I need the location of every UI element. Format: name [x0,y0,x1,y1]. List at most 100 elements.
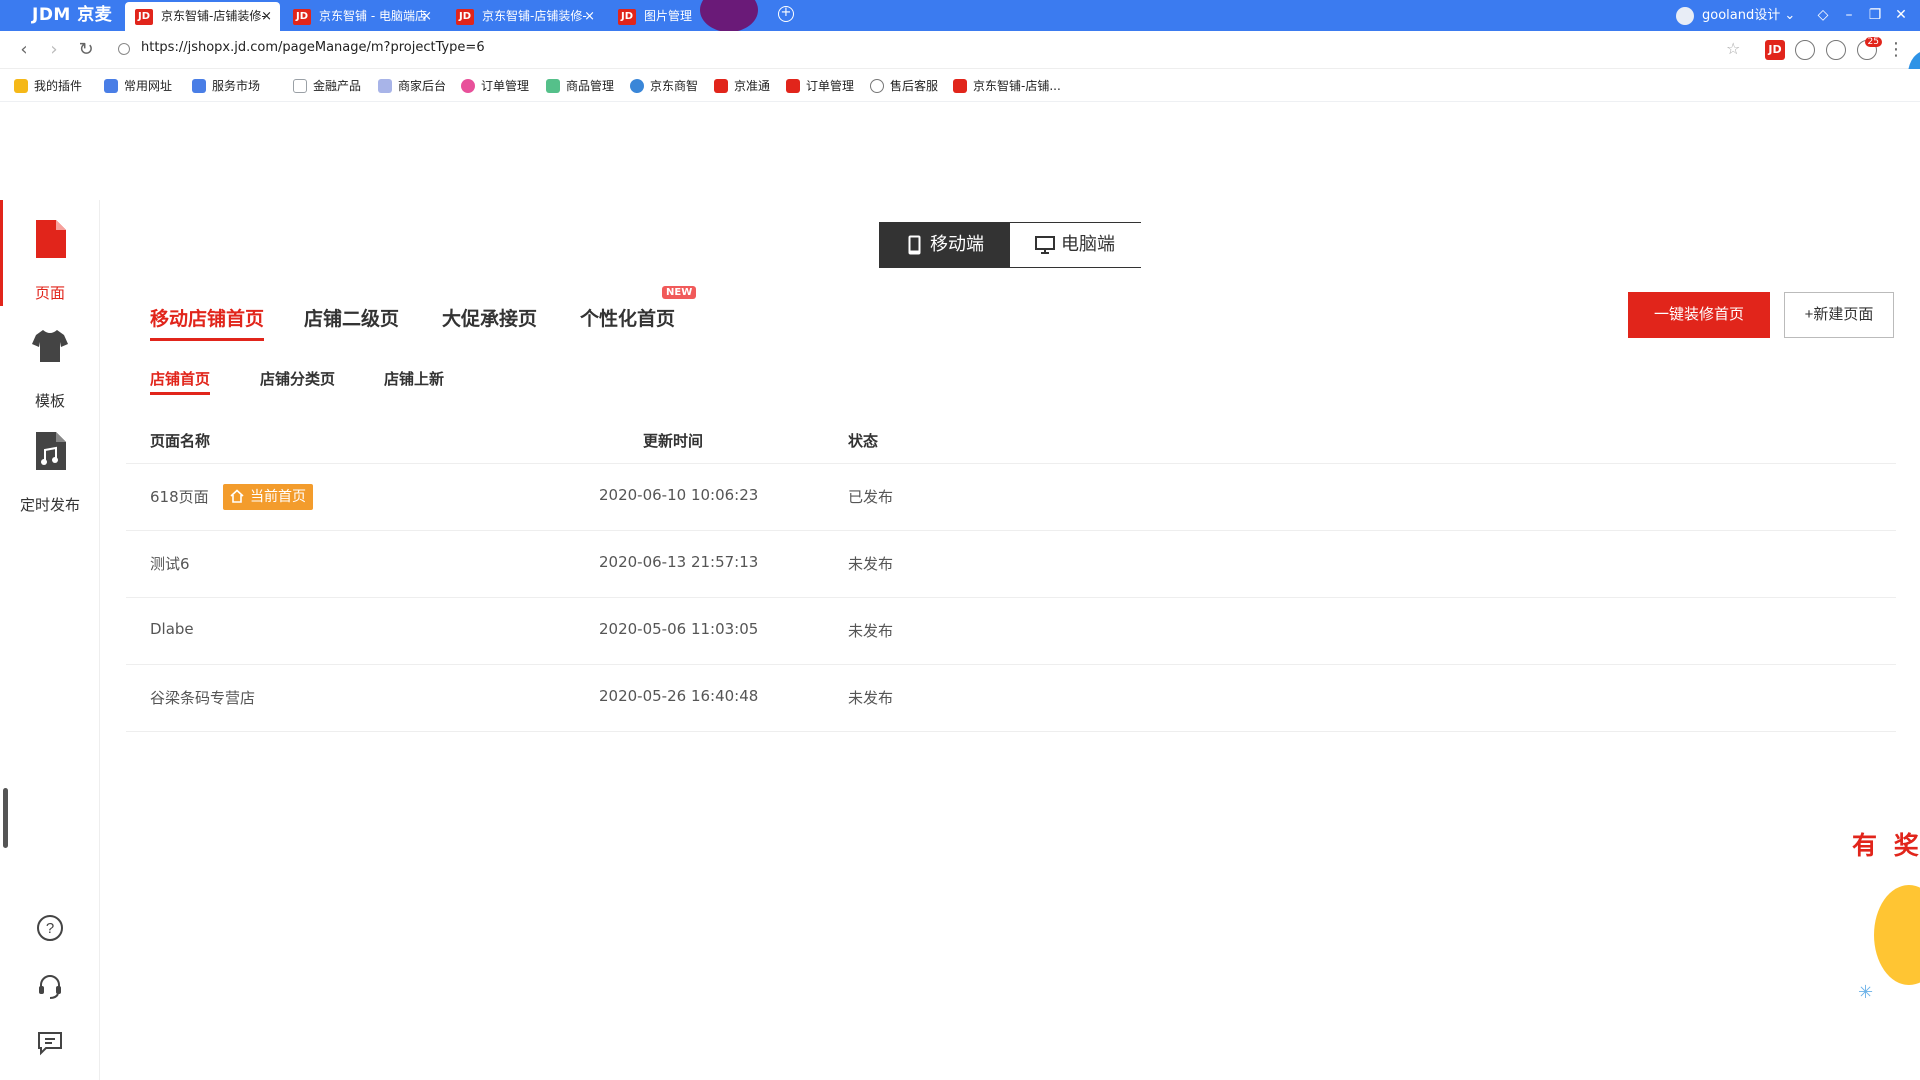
shirt-icon [32,330,68,362]
folder-icon [293,79,307,93]
bookmark-item[interactable]: 我的插件 [14,78,82,94]
home-icon [230,489,244,503]
bookmark-item[interactable]: 商品管理 [546,78,614,94]
tab-personalized-home[interactable]: 个性化首页 [580,304,675,331]
back-icon[interactable]: ‹ [12,38,36,62]
page-name: 618页面 [150,488,209,506]
one-click-decorate-button[interactable]: 一键装修首页 [1628,292,1770,338]
jd-favicon: JD [293,9,311,25]
browser-tab[interactable]: JD 京东智铺-店铺装修- × [446,2,603,31]
browser-tab[interactable]: JD 京东智铺 - 电脑端店 × [283,2,440,31]
jd-extension-icon[interactable]: JD [1765,40,1785,60]
tab-label: 京东智铺-店铺装修- [161,9,266,23]
bookmark-item[interactable]: 商家后台 [378,78,446,94]
phone-icon [908,235,921,255]
feedback-icon[interactable] [36,1028,64,1056]
update-time: 2020-06-10 10:06:23 [599,486,759,504]
bookmark-item[interactable]: 京东智铺-店铺... [953,78,1061,94]
tab-store-category[interactable]: 店铺分类页 [260,368,335,389]
gift-icon[interactable] [1874,885,1920,985]
extension-icon[interactable] [1826,40,1846,60]
table-header: 页面名称 更新时间 状态 [126,416,1896,464]
pc-toggle[interactable]: 电脑端 [1011,223,1141,267]
status-text: 未发布 [848,689,894,707]
close-icon[interactable]: × [584,2,595,31]
tab-promotion-page[interactable]: 大促承接页 [442,304,537,331]
goods-icon [546,79,560,93]
close-icon[interactable]: × [421,2,432,31]
notification-icon[interactable]: 25 [1857,37,1882,60]
current-home-badge: 当前首页 [223,484,313,510]
globe-icon [870,79,884,93]
extension-icon[interactable] [1795,40,1815,60]
user-name: gooland设计 [1702,8,1781,23]
sidebar-item-page[interactable]: 页面 [0,216,100,316]
sidebar-item-label: 页面 [34,284,65,302]
tab-label: 京东智铺-店铺装修- [482,9,587,23]
jd-favicon: JD [618,9,636,25]
update-time: 2020-05-26 16:40:48 [599,687,759,705]
skin-icon[interactable]: ◇ [1810,0,1836,31]
page-name: 谷梁条码专营店 [150,689,256,707]
bookmark-item[interactable]: 售后客服 [870,78,938,94]
jd-icon [953,79,967,93]
bookmark-item[interactable]: 订单管理 [461,78,529,94]
bookmark-item[interactable]: 常用网址 [104,78,172,94]
column-header-name: 页面名称 [150,432,211,450]
current-home-label: 当前首页 [250,489,306,505]
promo-banner-text[interactable]: 有 奖 [1852,826,1920,862]
reload-icon[interactable]: ↻ [74,38,98,62]
minimize-icon[interactable]: – [1836,0,1862,31]
tab-store-new[interactable]: 店铺上新 [384,368,444,389]
bookmark-item[interactable]: 订单管理 [786,78,854,94]
browser-tab[interactable]: JD 京东智铺-店铺装修- × [125,2,280,31]
table-row[interactable]: 谷梁条码专营店 2020-05-26 16:40:48 未发布 [126,665,1896,732]
scrollbar[interactable] [3,788,8,848]
help-icon[interactable]: ? [36,914,64,942]
table-row[interactable]: 测试6 2020-06-13 21:57:13 未发布 [126,531,1896,598]
svg-text:?: ? [46,920,54,937]
doc-icon [378,79,392,93]
avatar [1676,7,1694,25]
bookmark-item[interactable]: 服务市场 [192,78,260,94]
mobile-toggle[interactable]: 移动端 [880,223,1010,267]
table-row[interactable]: Dlabe 2020-05-06 11:03:05 未发布 [126,598,1896,665]
menu-icon[interactable]: ⋮ [1884,38,1908,62]
user-menu[interactable]: gooland设计 ⌄ [1676,0,1800,31]
restore-icon[interactable]: ❐ [1862,0,1888,31]
globe-icon [630,79,644,93]
browser-brand: JDM 京麦 [32,5,113,25]
close-icon[interactable]: × [261,2,272,31]
forward-icon[interactable]: › [42,38,66,62]
bookmark-item[interactable]: 金融产品 [293,78,361,94]
sidebar-item-template[interactable]: 模板 [0,324,100,424]
tab-label: 图片管理 [644,9,693,23]
close-window-icon[interactable]: ✕ [1888,0,1914,31]
sparkle-icon: ✳ [1858,982,1874,1003]
monitor-icon [1035,236,1055,254]
jd-icon [714,79,728,93]
update-time: 2020-06-13 21:57:13 [599,553,759,571]
headset-icon[interactable] [36,972,64,1000]
bookmark-star-icon[interactable]: ☆ [1726,39,1740,58]
scheduled-doc-icon [36,432,66,470]
tab-secondary-page[interactable]: 店铺二级页 [304,304,399,331]
page-icon [36,220,66,258]
address-bar[interactable]: https://jshopx.jd.com/pageManage/m?proje… [141,40,485,55]
tab-mobile-home[interactable]: 移动店铺首页 [150,304,265,341]
tab-store-home[interactable]: 店铺首页 [150,368,211,395]
new-page-button[interactable]: +新建页面 [1784,292,1894,338]
table-row[interactable]: 618页面 当前首页 2020-06-10 10:06:23 已发布 [126,464,1896,531]
market-icon [192,79,206,93]
bookmark-item[interactable]: 京准通 [714,78,770,94]
browser-toolbar: ‹ › ↻ https://jshopx.jd.com/pageManage/m… [0,31,1920,69]
status-text: 未发布 [848,622,894,640]
page-name: Dlabe [150,620,194,638]
sidebar-item-scheduled[interactable]: 定时发布 [0,428,100,528]
sidebar-item-label: 模板 [34,392,65,410]
link-icon [104,79,118,93]
sidebar: 页面 模板 定时发布 ? [0,200,100,1080]
bookmark-item[interactable]: 京东商智 [630,78,698,94]
page-name: 测试6 [150,555,190,573]
new-tab-icon[interactable]: + [778,6,794,22]
